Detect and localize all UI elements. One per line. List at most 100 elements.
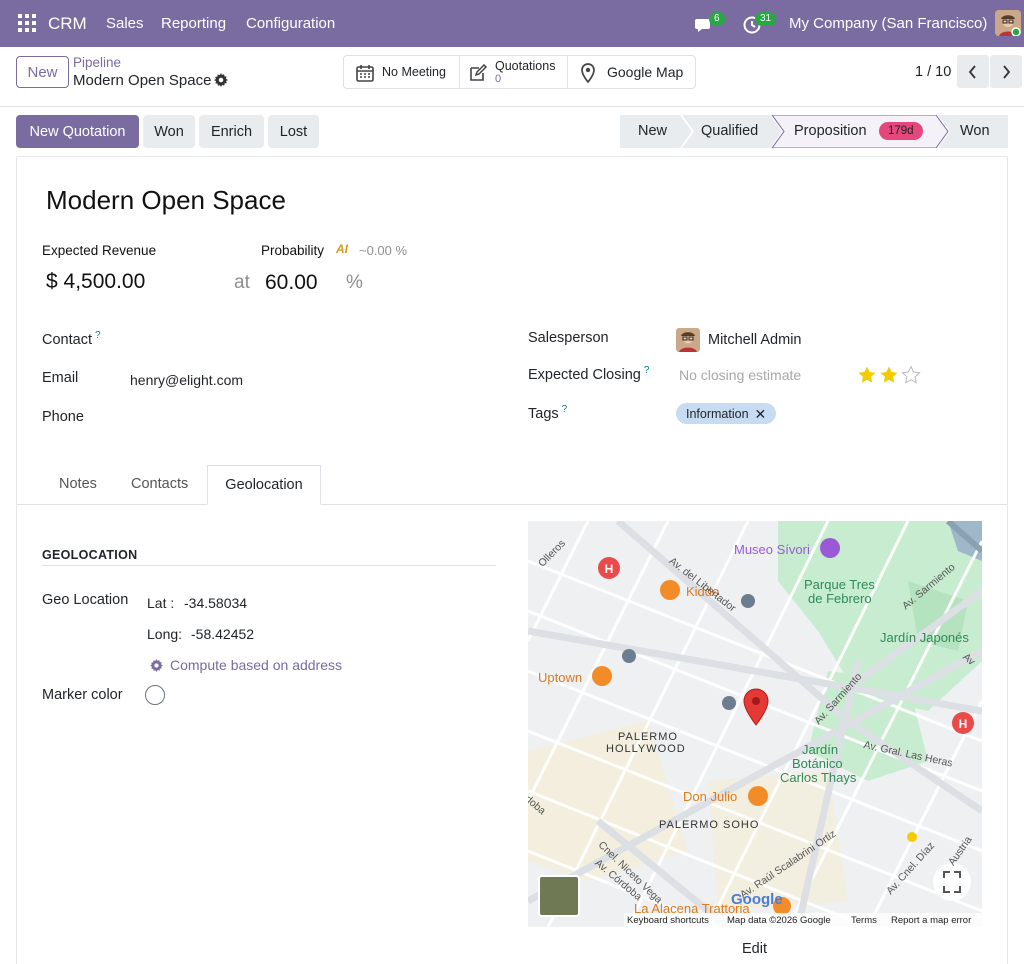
meeting-label: No Meeting: [382, 65, 446, 79]
star-empty-icon[interactable]: [901, 365, 921, 385]
pager-value[interactable]: 1 / 10: [915, 64, 951, 80]
help-icon: ?: [643, 365, 650, 376]
map-data-credit: Map data ©2026 Google: [727, 915, 831, 926]
enrich-button[interactable]: Enrich: [199, 115, 264, 148]
tabs-divider: [17, 504, 1007, 505]
control-panel: New Pipeline Modern Open Space No Meetin…: [0, 47, 1024, 107]
compute-address-label: Compute based on address: [170, 657, 342, 673]
map-label-don-julio: Don Julio: [683, 789, 738, 804]
salesperson-avatar: [676, 328, 700, 352]
avatar-icon: [995, 10, 1021, 36]
pager-next-button[interactable]: [990, 55, 1022, 88]
stage-proposition[interactable]: Proposition: [794, 123, 867, 139]
lat-label: Lat :: [147, 595, 175, 611]
quotations-smart-button[interactable]: Quotations 0: [460, 56, 568, 88]
menu-sales[interactable]: Sales: [106, 15, 144, 32]
app-brand[interactable]: CRM: [48, 14, 87, 34]
quotations-label: Quotations: [495, 59, 556, 73]
won-button[interactable]: Won: [143, 115, 195, 148]
map-label-palermo-hollywood-1: PALERMO: [618, 731, 678, 743]
salesperson-label: Salesperson: [528, 330, 609, 346]
svg-text:H: H: [605, 562, 614, 576]
contact-label: Contact?: [42, 330, 101, 348]
pager-previous-button[interactable]: [957, 55, 989, 88]
menu-reporting[interactable]: Reporting: [161, 15, 226, 32]
stage-qualified[interactable]: Qualified: [701, 123, 758, 139]
stage-won[interactable]: Won: [960, 123, 990, 139]
map-label-botanico-2: Botánico: [792, 756, 843, 771]
map-label-parque-2: de Febrero: [808, 591, 872, 606]
gear-icon[interactable]: [214, 73, 228, 87]
map-label-palermo-hollywood-2: HOLLYWOOD: [606, 743, 686, 755]
marker-color-picker[interactable]: [145, 685, 165, 705]
stage-days-badge: 179d: [879, 122, 923, 140]
quotations-count: 0: [495, 73, 502, 85]
map-label-botanico-1: Jardín: [802, 742, 839, 757]
edit-icon: [470, 63, 488, 81]
phone-label: Phone: [42, 409, 84, 425]
company-switcher[interactable]: My Company (San Francisco): [789, 15, 987, 32]
messages-badge: 6: [709, 12, 725, 26]
probability-label: Probability: [261, 243, 325, 258]
lat-field[interactable]: -34.58034: [184, 595, 247, 611]
email-field[interactable]: henry@elight.com: [130, 372, 243, 388]
map-label-botanico-3: Carlos Thays: [780, 770, 857, 785]
section-divider: [42, 565, 496, 566]
compute-address-button[interactable]: Compute based on address: [150, 656, 342, 674]
geo-location-label: Geo Location: [42, 592, 129, 608]
messages-button[interactable]: 6: [693, 12, 725, 36]
record-title[interactable]: Modern Open Space: [46, 185, 286, 216]
calendar-icon: [356, 65, 374, 82]
map-label-uptown: Uptown: [538, 670, 583, 685]
expected-closing-label: Expected Closing?: [528, 365, 650, 383]
gear-icon: [150, 658, 163, 672]
google-logo: Google: [731, 891, 783, 908]
at-label: at: [234, 272, 250, 293]
meeting-smart-button[interactable]: No Meeting: [344, 56, 460, 88]
map-label-parque: Parque Tres: [804, 577, 875, 592]
activities-badge: 31: [755, 12, 777, 26]
google-map[interactable]: H H Museo Sívori Kiddo Parque Tres de Fe…: [528, 521, 982, 927]
breadcrumb-pipeline[interactable]: Pipeline: [73, 55, 121, 70]
star-filled-icon[interactable]: [857, 365, 877, 385]
top-navbar: CRM Sales Reporting Configuration 6 31 M…: [0, 0, 1024, 47]
geolocation-section-title: GEOLOCATION: [42, 548, 138, 562]
tab-geolocation[interactable]: Geolocation: [207, 465, 321, 505]
tag-information[interactable]: Information ✕: [676, 403, 777, 424]
user-avatar[interactable]: [995, 10, 1021, 36]
new-record-button[interactable]: New: [16, 56, 69, 88]
activities-button[interactable]: 31: [741, 12, 777, 36]
tag-label: Information: [686, 406, 749, 421]
expected-revenue-value[interactable]: $ 4,500.00: [46, 270, 145, 294]
lost-button[interactable]: Lost: [268, 115, 319, 148]
email-label: Email: [42, 370, 79, 386]
salesperson-field[interactable]: Mitchell Admin: [708, 332, 801, 348]
long-field[interactable]: -58.42452: [191, 626, 254, 642]
ai-icon: AI: [336, 242, 348, 256]
map-edit-button[interactable]: Edit: [742, 941, 767, 957]
stage-new[interactable]: New: [638, 123, 667, 139]
ai-probability: ~0.00 %: [359, 243, 408, 258]
star-filled-icon[interactable]: [879, 365, 899, 385]
tab-notes[interactable]: Notes: [59, 476, 97, 492]
apps-grid-icon[interactable]: [18, 14, 36, 32]
menu-configuration[interactable]: Configuration: [246, 15, 335, 32]
map-label-museo: Museo Sívori: [734, 542, 810, 557]
chevron-left-icon: [968, 64, 976, 79]
help-icon: ?: [94, 330, 101, 341]
new-quotation-button[interactable]: New Quotation: [16, 115, 139, 148]
probability-value[interactable]: 60.00: [265, 271, 318, 295]
person-avatar-icon: [676, 328, 700, 352]
map-terms-link[interactable]: Terms: [851, 915, 877, 926]
tab-contacts[interactable]: Contacts: [131, 476, 188, 492]
chevron-right-icon: [1003, 64, 1011, 79]
close-icon[interactable]: ✕: [755, 407, 767, 421]
smart-buttons: No Meeting Quotations 0 Google Map: [343, 55, 696, 89]
google-map-smart-button[interactable]: Google Map: [568, 56, 695, 88]
map-report-link[interactable]: Report a map error: [891, 915, 971, 926]
expected-closing-field[interactable]: No closing estimate: [679, 367, 801, 383]
map-keyboard-shortcuts[interactable]: Keyboard shortcuts: [627, 915, 709, 926]
stage-statusbar: New Qualified Proposition 179d Won: [620, 115, 1008, 148]
breadcrumb-current: Modern Open Space: [73, 72, 212, 89]
percent-sign: %: [346, 272, 363, 293]
